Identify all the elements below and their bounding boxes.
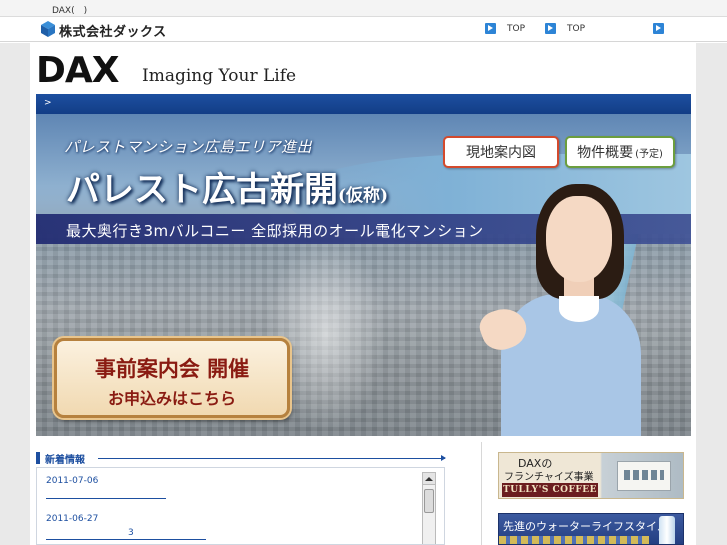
news-link[interactable]: [46, 539, 206, 540]
column-divider: [481, 442, 482, 545]
site-map-button-label: 現地案内図: [466, 145, 536, 161]
water-banner-strip: [499, 536, 649, 544]
tullys-logo: TULLY'S COFFEE: [502, 483, 598, 497]
arrow-right-icon: [545, 23, 556, 34]
company-name[interactable]: 株式会社ダックス: [59, 21, 167, 40]
event-title: 事前案内会 開催: [94, 356, 250, 381]
tullys-franchise-banner[interactable]: DAXの フランチャイズ事業 TULLY'S COFFEE: [498, 452, 684, 499]
chevron-right-icon: >: [44, 98, 52, 108]
hero-feature-text: 最大奥行き3mバルコニー 全邸採用のオール電化マンション: [66, 222, 484, 240]
nav-link-top-2[interactable]: TOP: [545, 23, 585, 34]
scroll-up-icon[interactable]: [423, 473, 435, 485]
water-bottle-icon: [659, 516, 675, 544]
news-date: 2011-07-06: [46, 476, 99, 486]
news-list[interactable]: 2011-07-06 2011-06-27 3: [36, 467, 445, 545]
blue-nav-bar: >: [36, 94, 691, 114]
news-link[interactable]: [46, 498, 166, 499]
nav-link-label: TOP: [567, 23, 586, 34]
news-number: 3: [128, 528, 134, 538]
news-heading: 新着情報: [36, 451, 446, 466]
property-overview-label: 物件概要: [577, 145, 634, 161]
dax-logo[interactable]: DAX: [36, 50, 119, 91]
nav-link-label: TOP: [507, 23, 526, 34]
top-strip-text: DAX( ): [52, 6, 88, 16]
cafe-building-image: [617, 461, 671, 491]
hero-title: パレスト広古新開(仮称): [66, 162, 388, 211]
water-lifestyle-banner[interactable]: 先進のウォーターライフスタイル: [498, 513, 684, 545]
heading-marker: [36, 452, 40, 464]
event-cta: お申込みはこちら: [107, 389, 236, 408]
water-banner-text: 先進のウォーターライフスタイル: [503, 520, 668, 533]
heading-rule: [98, 455, 446, 461]
brand-tagline: Imaging Your Life: [142, 66, 297, 86]
nav-link-top-1[interactable]: TOP: [485, 23, 525, 34]
hero-title-suffix: (仮称): [338, 186, 389, 206]
hero-title-text: パレスト広古新開: [66, 170, 338, 210]
event-signup-button[interactable]: 事前案内会 開催 お申込みはこちら: [54, 338, 290, 418]
scroll-thumb[interactable]: [424, 489, 434, 513]
company-logo-icon[interactable]: [40, 21, 56, 37]
property-overview-note: (予定): [635, 148, 663, 160]
property-overview-button[interactable]: 物件概要 (予定): [565, 136, 675, 168]
header: 株式会社ダックス TOP TOP: [0, 17, 727, 42]
top-strip: DAX( ): [0, 0, 727, 17]
tullys-banner-line2: フランチャイズ事業: [504, 472, 594, 483]
model-photo: [475, 184, 641, 436]
site-map-button[interactable]: 現地案内図: [443, 136, 559, 168]
news-heading-label: 新着情報: [45, 455, 85, 466]
hero-banner[interactable]: パレストマンション広島エリア進出 パレスト広古新開(仮称) 最大奥行き3mバルコ…: [36, 114, 691, 436]
hero-subtitle: パレストマンション広島エリア進出: [64, 138, 313, 156]
arrow-right-icon: [485, 23, 496, 34]
news-date: 2011-06-27: [46, 514, 99, 524]
nav-arrow-link[interactable]: [653, 23, 664, 34]
news-scrollbar[interactable]: [422, 472, 436, 544]
